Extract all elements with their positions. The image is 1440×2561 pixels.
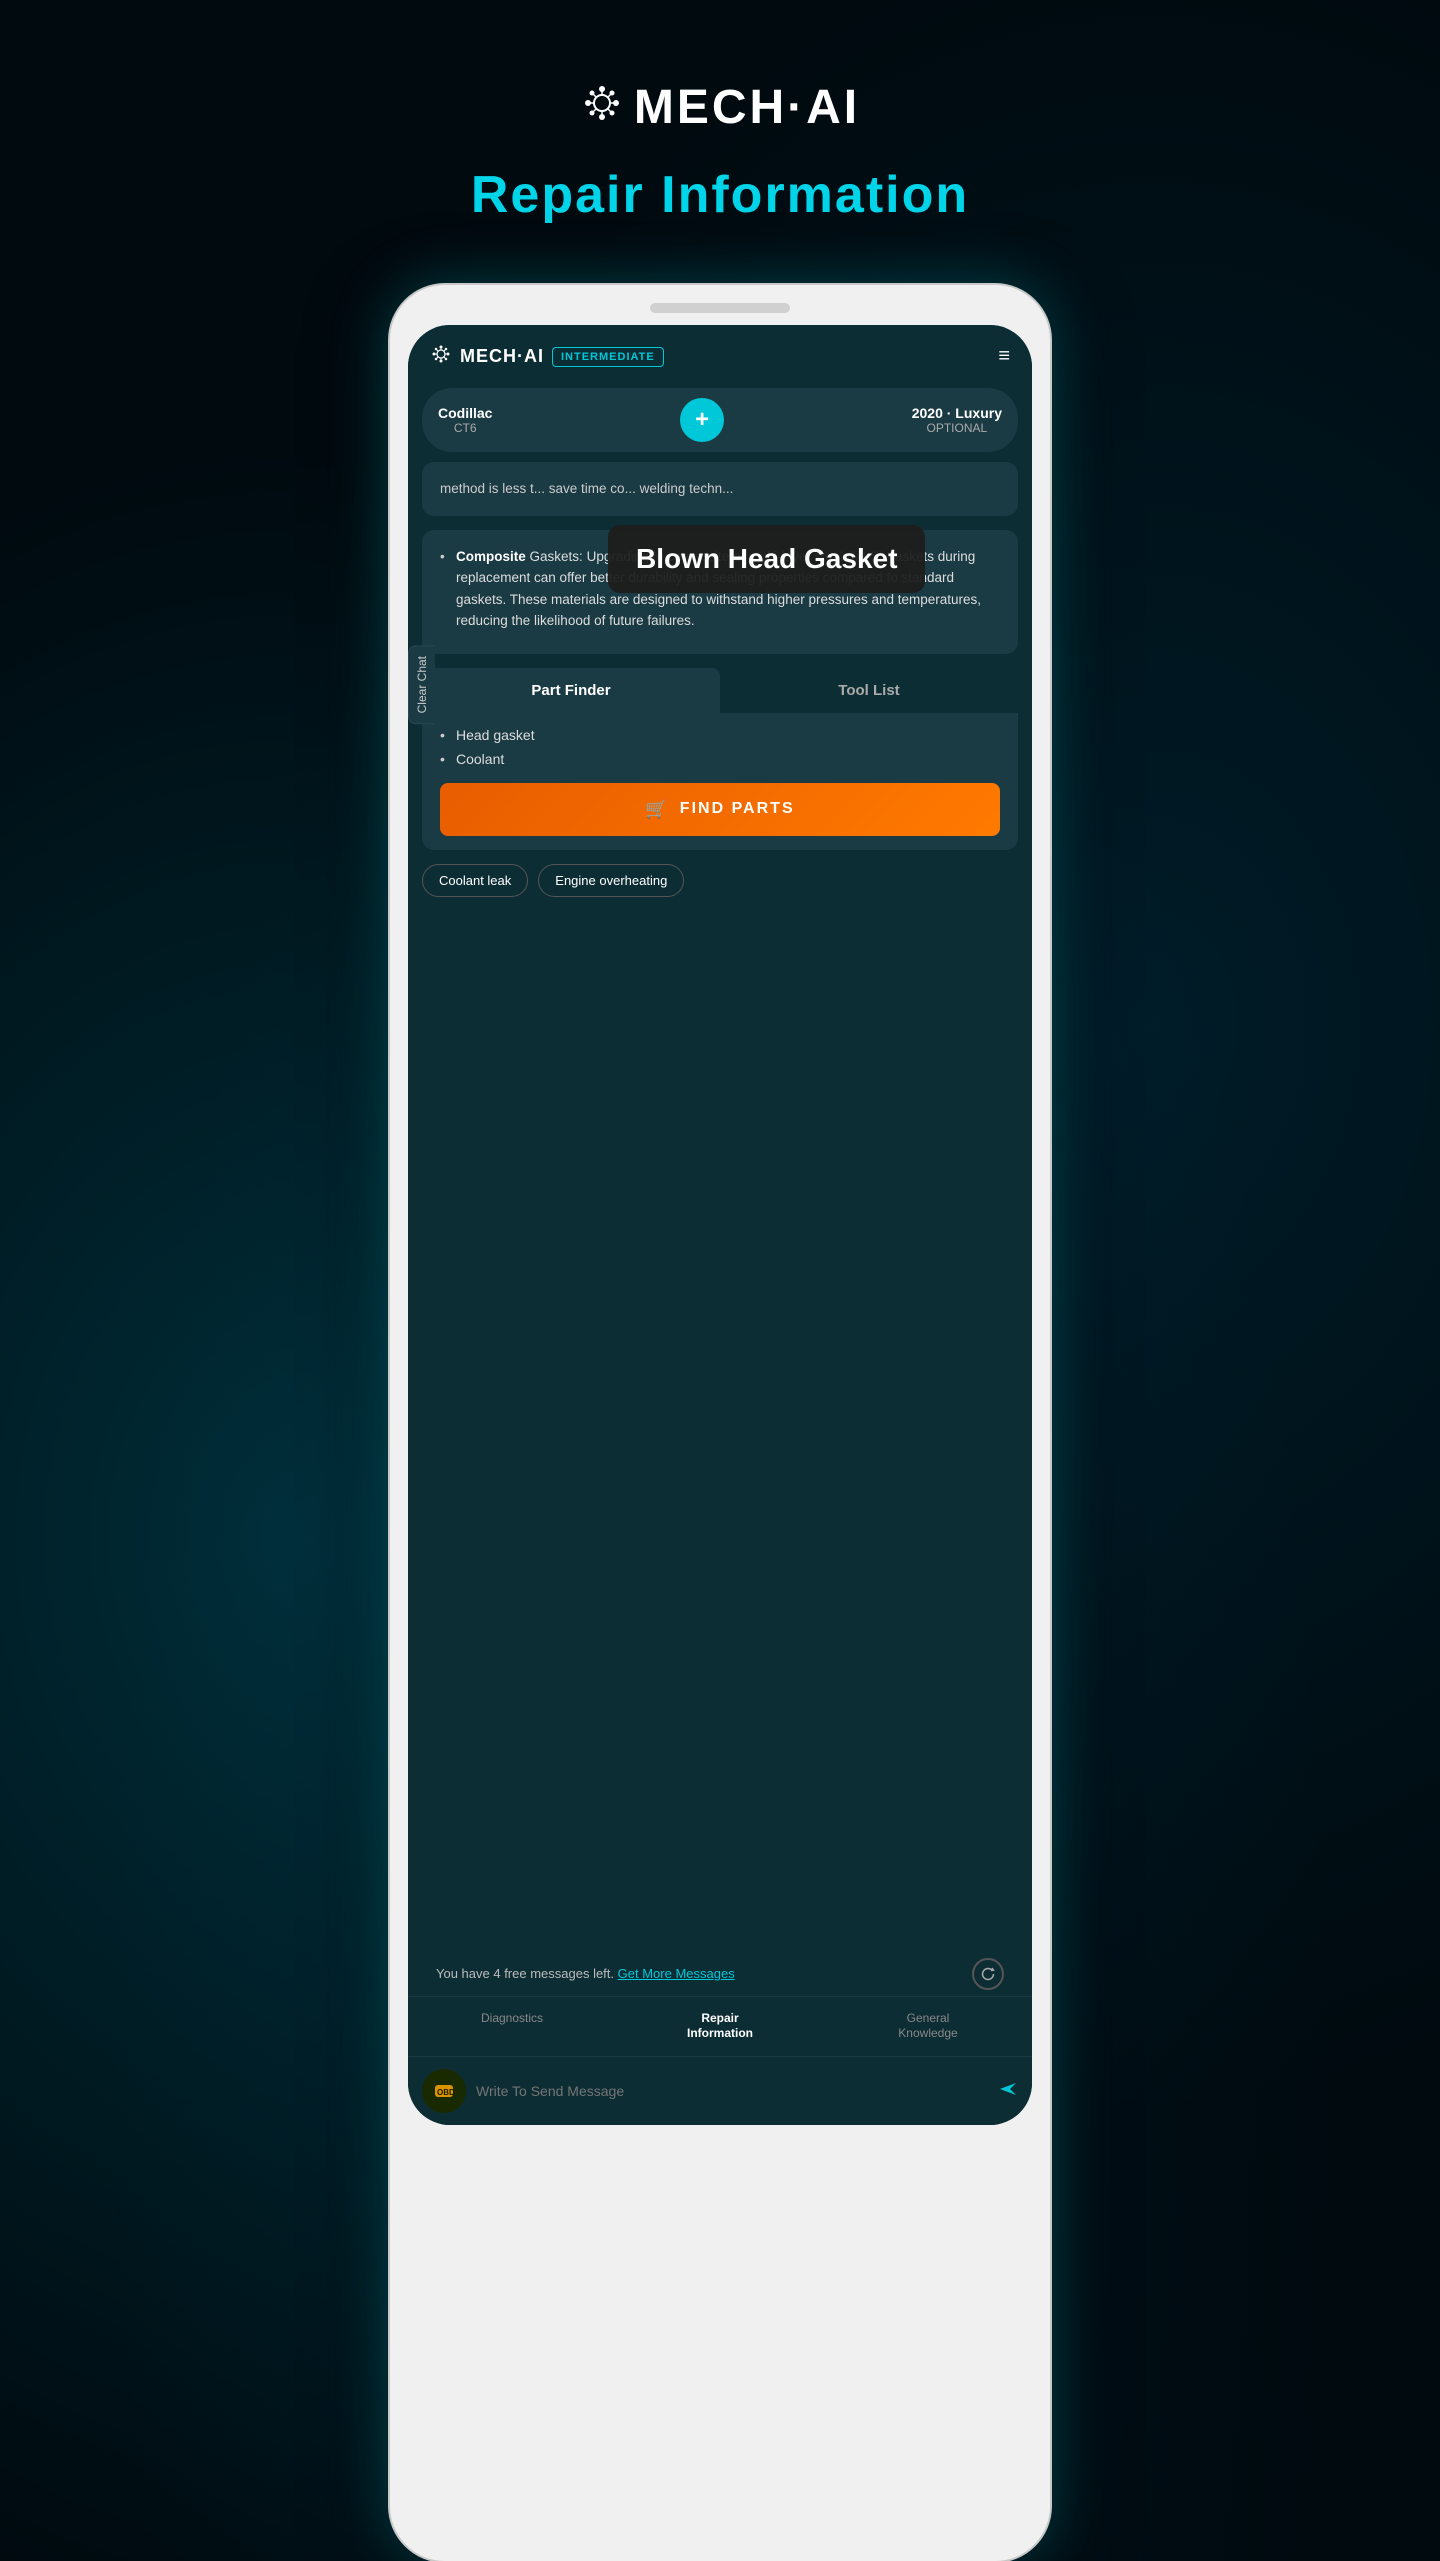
vehicle-model: CT6: [438, 421, 492, 435]
vehicle-info: Codillac CT6: [438, 405, 492, 435]
topbar-badge: INTERMEDIATE: [552, 347, 664, 367]
plus-icon: +: [695, 408, 709, 432]
composite-label: Composite: [456, 549, 526, 564]
vehicle-trim: OPTIONAL: [912, 421, 1002, 435]
app-logo-text: MECH·AI: [634, 80, 860, 135]
find-parts-label: FIND PARTS: [680, 800, 795, 818]
logo-icon: [580, 81, 624, 134]
part-finder-content: Head gasket Coolant 🛒 FIND PARTS: [422, 713, 1018, 850]
gaskets-label: Gaskets:: [530, 549, 583, 564]
free-messages-bar: You have 4 free messages left. Get More …: [422, 1958, 749, 1989]
topbar-logo-text: MECH·AI: [460, 346, 544, 367]
page-title: Repair Information: [471, 165, 969, 225]
quick-chips: Coolant leak Engine overheating: [422, 864, 1018, 907]
nav-repair-label: RepairInformation: [622, 2011, 818, 2042]
vehicle-year: 2020 · Luxury: [912, 405, 1002, 421]
chip-engine-overheating[interactable]: Engine overheating: [538, 864, 684, 897]
app-topbar: MECH·AI INTERMEDIATE ≡: [408, 325, 1032, 388]
part-item-head-gasket: Head gasket: [440, 727, 1000, 743]
nav-repair-information[interactable]: RepairInformation: [616, 1997, 824, 2056]
chip-coolant-leak[interactable]: Coolant leak: [422, 864, 528, 897]
get-more-messages-link[interactable]: Get More Messages: [618, 1966, 735, 1981]
parts-list: Head gasket Coolant: [440, 727, 1000, 767]
vehicle-name: Codillac: [438, 405, 492, 421]
nav-general-label: GeneralKnowledge: [830, 2011, 1026, 2042]
clear-chat-tab[interactable]: Clear Chat: [408, 645, 435, 724]
vehicle-year-info: 2020 · Luxury OPTIONAL: [912, 405, 1002, 435]
phone: MECH·AI INTERMEDIATE ≡ Codillac CT6 + 20…: [390, 285, 1050, 2561]
part-item-coolant: Coolant: [440, 751, 1000, 767]
blown-head-gasket-tooltip: Blown Head Gasket: [608, 525, 925, 593]
obd-icon: OBD: [422, 2069, 466, 2113]
message-bubble-partial: method is less t... save time co... weld…: [422, 462, 1018, 516]
hamburger-menu-icon[interactable]: ≡: [998, 345, 1010, 368]
tab-tool-list[interactable]: Tool List: [720, 668, 1018, 713]
message-input-bar: OBD: [408, 2056, 1032, 2125]
bottom-nav: Diagnostics RepairInformation GeneralKno…: [408, 1996, 1032, 2056]
free-messages-text: You have 4 free messages left.: [436, 1966, 614, 1981]
vehicle-selector[interactable]: Codillac CT6 + 2020 · Luxury OPTIONAL: [422, 388, 1018, 452]
part-finder-card: Part Finder Tool List Head gasket Coolan…: [422, 668, 1018, 850]
svg-text:OBD: OBD: [437, 2088, 455, 2097]
phone-screen: MECH·AI INTERMEDIATE ≡ Codillac CT6 + 20…: [408, 325, 1032, 2125]
send-button[interactable]: [998, 2079, 1018, 2104]
message-input[interactable]: [476, 2083, 988, 2099]
free-messages-row: You have 4 free messages left. Get More …: [408, 1952, 1032, 1996]
chat-area: method is less t... save time co... weld…: [408, 462, 1032, 1952]
phone-wrapper: MECH·AI INTERMEDIATE ≡ Codillac CT6 + 20…: [0, 285, 1440, 2561]
refresh-button[interactable]: [972, 1958, 1004, 1990]
nav-diagnostics[interactable]: Diagnostics: [408, 1997, 616, 2056]
find-parts-button[interactable]: 🛒 FIND PARTS: [440, 783, 1000, 836]
cart-icon: 🛒: [645, 799, 669, 820]
app-header: MECH·AI Repair Information: [471, 80, 969, 225]
app-logo: MECH·AI: [580, 80, 860, 135]
message-text-partial: method is less t... save time co... weld…: [440, 481, 733, 496]
nav-general-knowledge[interactable]: GeneralKnowledge: [824, 1997, 1032, 2056]
tab-part-finder[interactable]: Part Finder: [422, 668, 720, 713]
topbar-logo-icon: [430, 343, 452, 370]
part-finder-tabs: Part Finder Tool List: [422, 668, 1018, 713]
add-vehicle-button[interactable]: +: [680, 398, 724, 442]
nav-diagnostics-label: Diagnostics: [414, 2011, 610, 2027]
phone-notch: [650, 303, 790, 313]
topbar-logo: MECH·AI INTERMEDIATE: [430, 343, 664, 370]
